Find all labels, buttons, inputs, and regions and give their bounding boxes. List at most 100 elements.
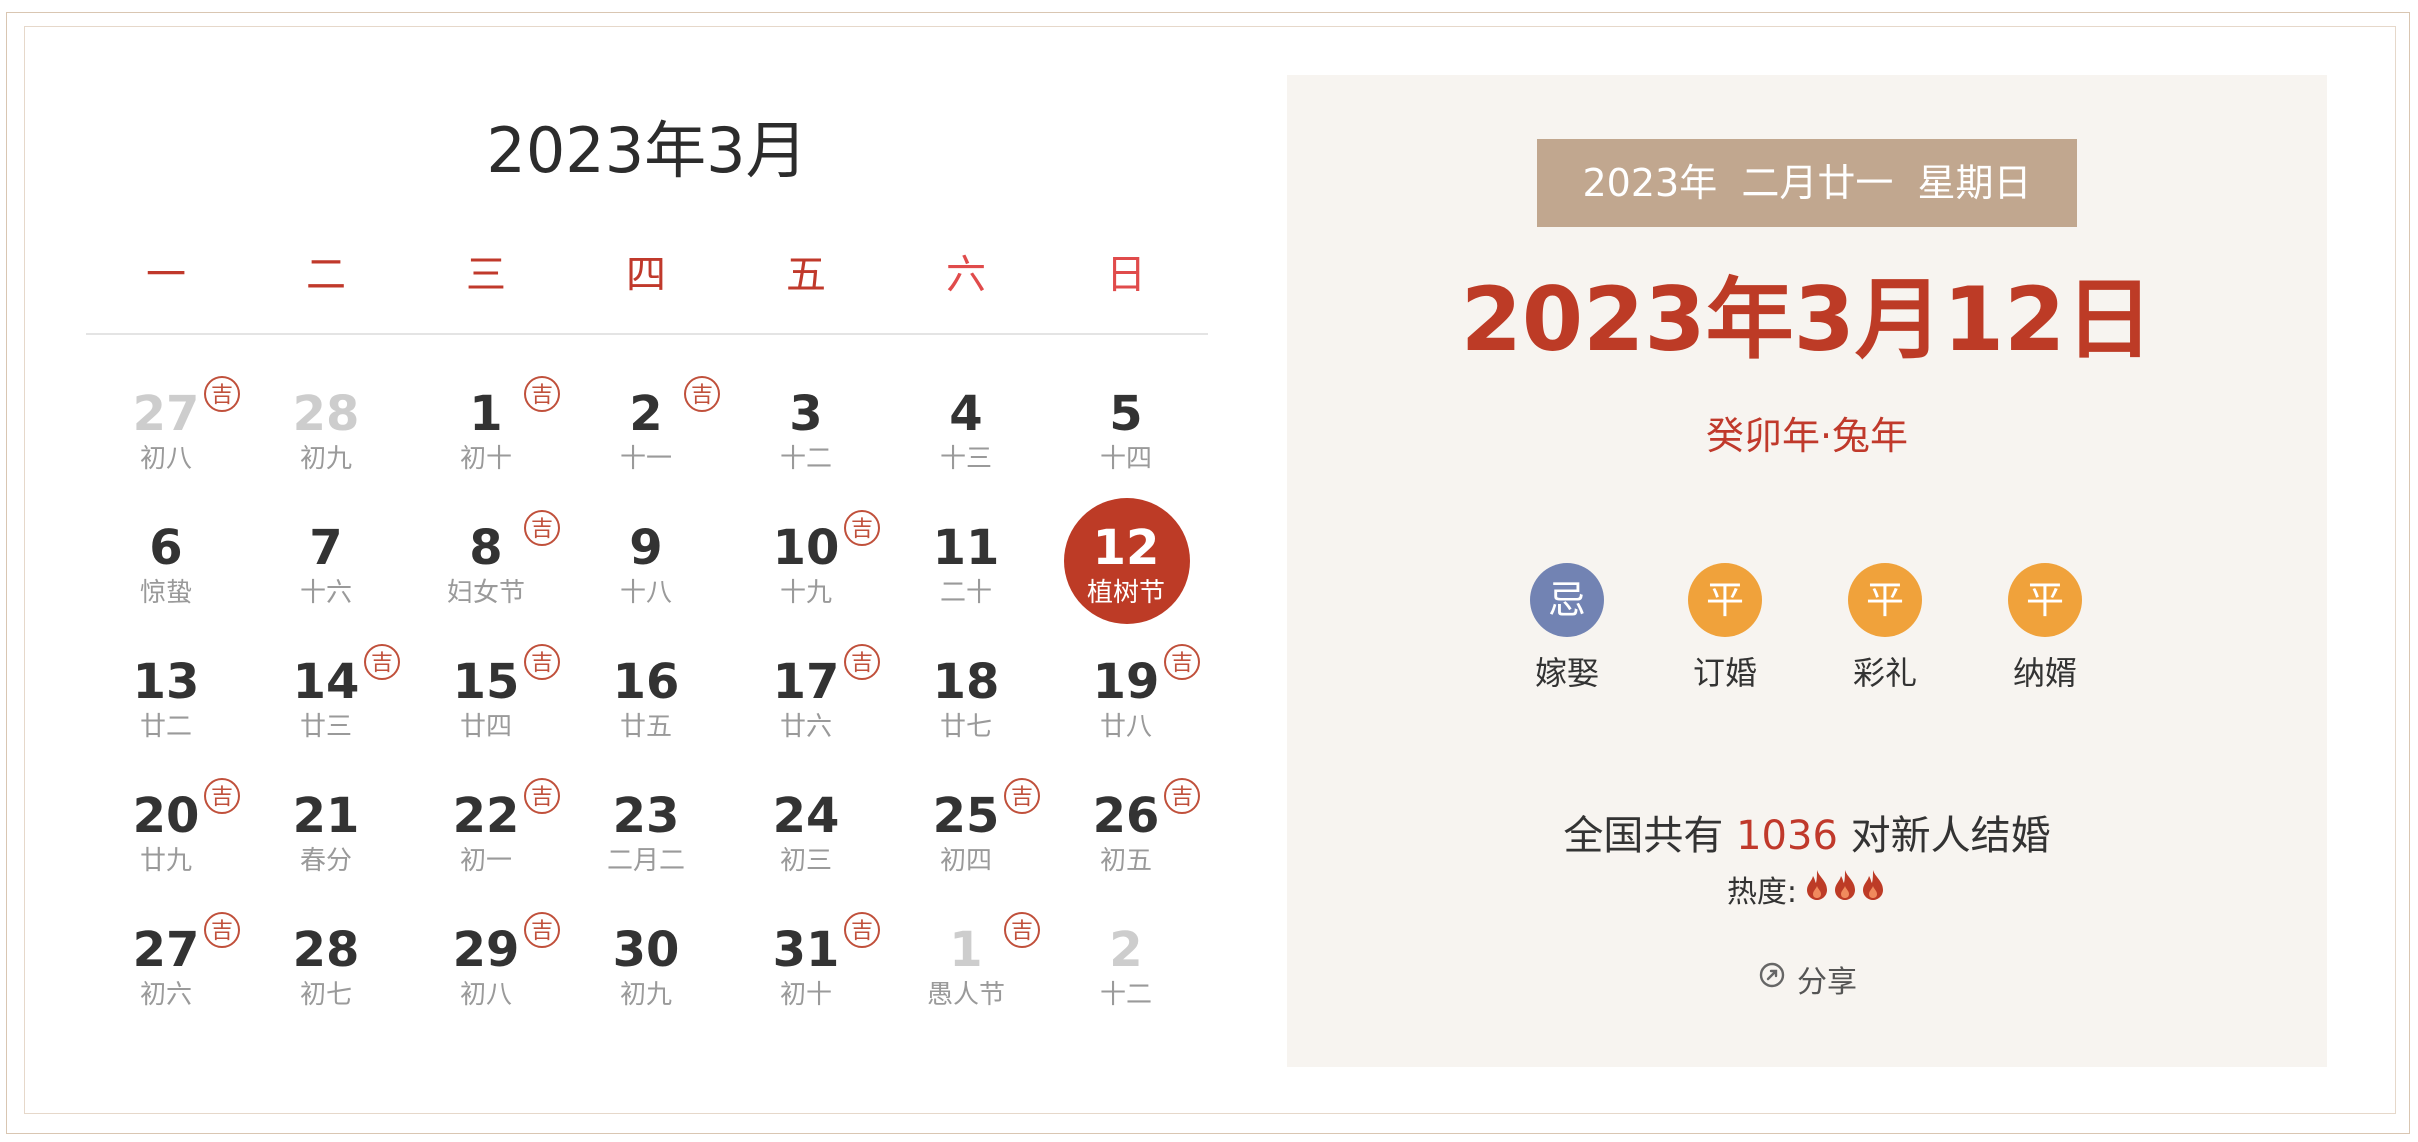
day-cell[interactable]: 18 廿七 xyxy=(886,632,1046,766)
day-cell[interactable]: 22 初一 吉 xyxy=(406,766,566,900)
day-cell[interactable]: 25 初四 吉 xyxy=(886,766,1046,900)
day-number: 14 xyxy=(292,654,360,710)
day-cell[interactable]: 21 春分 xyxy=(246,766,406,900)
day-number: 31 xyxy=(772,922,840,978)
day-number: 19 xyxy=(1092,654,1160,710)
day-cell[interactable]: 10 十九 吉 xyxy=(726,498,886,632)
day-number: 17 xyxy=(772,654,840,710)
item-label: 订婚 xyxy=(1692,654,1757,692)
day-cell[interactable]: 2 十二 xyxy=(1046,900,1206,1034)
lunar-day: 初九 xyxy=(619,980,672,1010)
day-cell[interactable]: 16 廿五 xyxy=(566,632,726,766)
day-number: 20 xyxy=(132,788,200,844)
calendar-grid: 27 初八吉 28 初九 1 初十吉 2 十一吉 3 十二 4 十三 5 十四 6 惊蛰 7 十六 8 妇女节吉 9 十八… xyxy=(86,364,1208,1034)
day-cell[interactable]: 27 初八 吉 xyxy=(86,364,246,498)
lunar-day: 廿七 xyxy=(939,712,992,742)
item-caili: 平 彩礼 xyxy=(1830,563,1940,695)
auspicious-badge: 吉 xyxy=(844,912,880,948)
day-number: 1 xyxy=(469,386,503,442)
day-number: 12 xyxy=(1092,520,1160,576)
lunar-day: 二十 xyxy=(939,578,992,608)
day-cell[interactable]: 1 初十 吉 xyxy=(406,364,566,498)
auspicious-badge: 吉 xyxy=(204,912,240,948)
day-cell[interactable]: 14 廿三 吉 xyxy=(246,632,406,766)
day-cell[interactable]: 28 初九 xyxy=(246,364,406,498)
day-cell[interactable]: 9 十八 xyxy=(566,498,726,632)
day-cell[interactable]: 11 二十 xyxy=(886,498,1046,632)
day-cell[interactable]: 8 妇女节 吉 xyxy=(406,498,566,632)
auspicious-badge: 吉 xyxy=(524,778,560,814)
lunar-day: 廿四 xyxy=(459,712,512,742)
day-cell[interactable]: 23 二月二 xyxy=(566,766,726,900)
day-number: 2 xyxy=(629,386,663,442)
weekday-sun: 日 xyxy=(1106,252,1146,298)
flame-icon xyxy=(1803,868,1831,902)
day-cell[interactable]: 1 愚人节 吉 xyxy=(886,900,1046,1034)
lunar-day: 初八 xyxy=(139,444,192,474)
day-cell[interactable]: 26 初五 吉 xyxy=(1046,766,1206,900)
weekday-tue: 二 xyxy=(306,252,346,298)
day-number: 4 xyxy=(949,386,983,442)
share-label: 分享 xyxy=(1797,965,1857,1000)
day-number: 1 xyxy=(949,922,983,978)
item-badge: 平 xyxy=(1848,563,1922,637)
auspicious-badge: 吉 xyxy=(204,778,240,814)
item-badge: 平 xyxy=(2008,563,2082,637)
day-cell[interactable]: 24 初三 xyxy=(726,766,886,900)
lunar-day: 廿五 xyxy=(619,712,672,742)
day-cell-selected[interactable]: 12 植树节 xyxy=(1046,498,1206,632)
day-number: 16 xyxy=(612,654,680,710)
day-number: 10 xyxy=(772,520,840,576)
day-cell[interactable]: 2 十一 吉 xyxy=(566,364,726,498)
flame-icon xyxy=(1831,868,1859,902)
weekday-header: 一 二 三 四 五 六 日 xyxy=(86,240,1208,310)
day-cell[interactable]: 7 十六 xyxy=(246,498,406,632)
weekday-thu: 四 xyxy=(626,252,666,298)
lunar-day: 初七 xyxy=(299,980,352,1010)
day-cell[interactable]: 28 初七 xyxy=(246,900,406,1034)
weekday-fri: 五 xyxy=(786,252,826,298)
day-cell[interactable]: 27 初六 吉 xyxy=(86,900,246,1034)
day-cell[interactable]: 4 十三 xyxy=(886,364,1046,498)
day-cell[interactable]: 29 初八 吉 xyxy=(406,900,566,1034)
day-cell[interactable]: 30 初九 xyxy=(566,900,726,1034)
lunar-date-banner: 2023年 二月廿一 星期日 xyxy=(1537,139,2077,227)
lunar-day: 妇女节 xyxy=(446,578,525,608)
day-cell[interactable]: 5 十四 xyxy=(1046,364,1206,498)
auspicious-badge: 吉 xyxy=(1164,644,1200,680)
lunar-day: 十三 xyxy=(939,444,992,474)
lunar-day: 廿二 xyxy=(139,712,192,742)
day-cell[interactable]: 3 十二 xyxy=(726,364,886,498)
day-cell[interactable]: 19 廿八 吉 xyxy=(1046,632,1206,766)
day-number: 28 xyxy=(292,922,360,978)
stats-suffix: 对新人结婚 xyxy=(1837,813,2051,859)
day-cell[interactable]: 20 廿九 吉 xyxy=(86,766,246,900)
lunar-day: 初三 xyxy=(779,846,832,876)
share-icon xyxy=(1757,960,1787,998)
share-button[interactable]: 分享 xyxy=(1287,957,2327,1001)
month-title: 2023年3月 xyxy=(486,114,808,187)
lunar-day: 初一 xyxy=(459,846,512,876)
day-number: 6 xyxy=(149,520,183,576)
lunar-day: 二月二 xyxy=(606,846,685,876)
day-number: 24 xyxy=(772,788,840,844)
day-cell[interactable]: 6 惊蛰 xyxy=(86,498,246,632)
auspicious-badge: 吉 xyxy=(1164,778,1200,814)
lunar-day: 十八 xyxy=(619,578,672,608)
day-cell[interactable]: 31 初十 吉 xyxy=(726,900,886,1034)
day-number: 23 xyxy=(612,788,680,844)
item-dinghun: 平 订婚 xyxy=(1670,563,1780,695)
day-number: 21 xyxy=(292,788,360,844)
wedding-count: 1036 xyxy=(1736,813,1838,859)
day-cell[interactable]: 17 廿六 吉 xyxy=(726,632,886,766)
auspicious-badge: 吉 xyxy=(844,644,880,680)
lunar-day: 十六 xyxy=(299,578,352,608)
selected-date: 2023年3月12日 xyxy=(1460,268,2154,371)
day-cell[interactable]: 13 廿二 xyxy=(86,632,246,766)
lunar-day: 十九 xyxy=(779,578,832,608)
heat-flames xyxy=(1803,868,1887,910)
day-number: 7 xyxy=(309,520,343,576)
day-cell[interactable]: 15 廿四 吉 xyxy=(406,632,566,766)
lunar-day: 初四 xyxy=(939,846,992,876)
lunar-day: 春分 xyxy=(299,846,352,876)
